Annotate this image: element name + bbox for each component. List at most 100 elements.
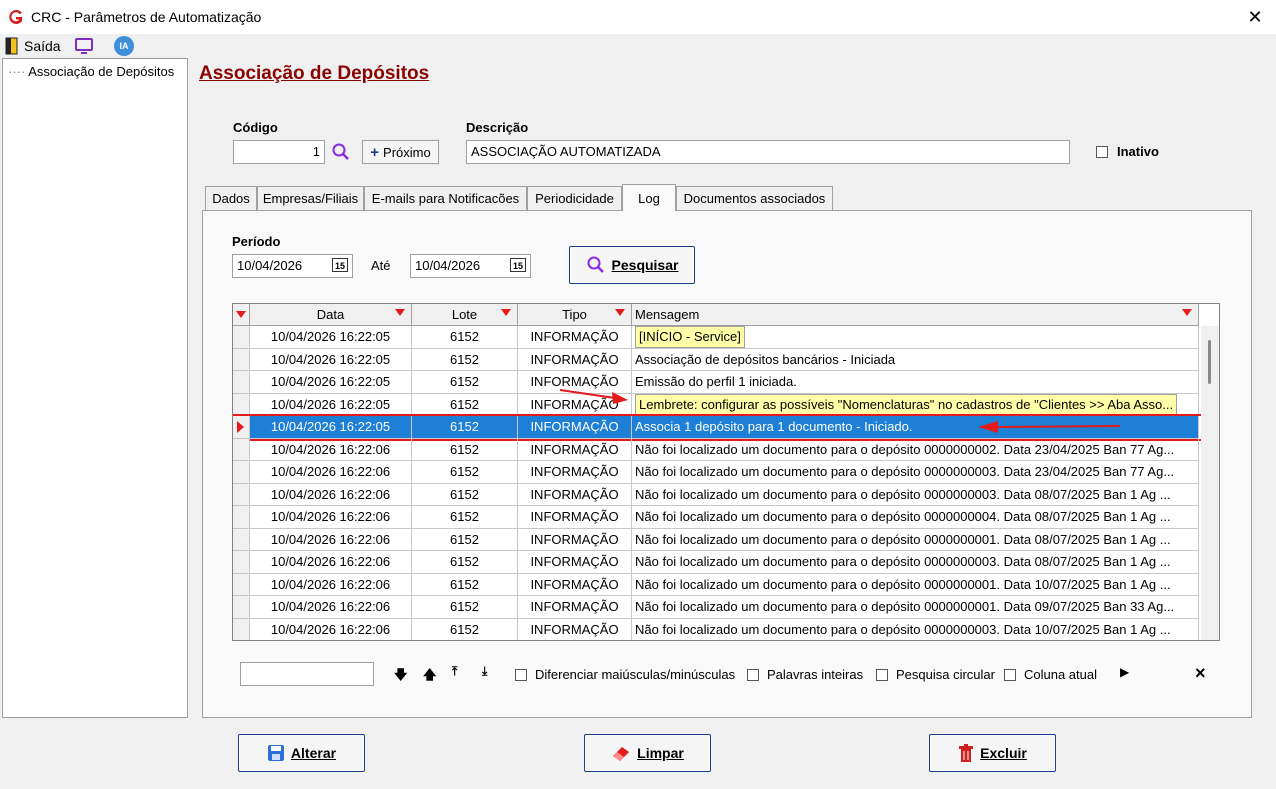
grid-scrollbar[interactable] <box>1201 326 1219 640</box>
grid-search-input[interactable] <box>240 662 374 686</box>
cell-data[interactable]: 10/04/2026 16:22:06 <box>250 483 412 506</box>
cell-data[interactable]: 10/04/2026 16:22:05 <box>250 326 412 349</box>
row-indicator[interactable] <box>233 326 250 349</box>
exit-button[interactable]: Saída <box>5 36 61 56</box>
tree-item-associacao[interactable]: ···· Associação de Depósitos <box>8 64 174 79</box>
current-column-checkbox[interactable] <box>1004 669 1016 681</box>
search-codigo-icon[interactable] <box>331 142 351 162</box>
cell-tipo[interactable]: INFORMAÇÃO <box>518 326 632 349</box>
row-indicator[interactable] <box>233 528 250 551</box>
cell-tipo[interactable]: INFORMAÇÃO <box>518 596 632 619</box>
cell-tipo[interactable]: INFORMAÇÃO <box>518 618 632 640</box>
filter-icon[interactable] <box>395 309 405 316</box>
cell-mensagem[interactable]: Não foi localizado um documento para o d… <box>632 506 1199 529</box>
cell-mensagem[interactable]: Não foi localizado um documento para o d… <box>632 551 1199 574</box>
table-row[interactable]: 10/04/2026 16:22:06 6152 INFORMAÇÃO Não foi… <box>233 573 1201 596</box>
row-indicator[interactable] <box>233 438 250 461</box>
cell-data[interactable]: 10/04/2026 16:22:06 <box>250 438 412 461</box>
row-indicator[interactable] <box>233 618 250 640</box>
find-last-icon[interactable]: ⤓ <box>482 664 487 679</box>
tab-emails-notificacoes[interactable]: E-mails para Notificacões <box>364 186 527 210</box>
cell-mensagem[interactable]: Associação de depósitos bancários - Inic… <box>632 348 1199 371</box>
cell-lote[interactable]: 6152 <box>412 528 518 551</box>
cell-data[interactable]: 10/04/2026 16:22:06 <box>250 573 412 596</box>
row-indicator[interactable] <box>233 573 250 596</box>
table-row[interactable]: 10/04/2026 16:22:05 6152 INFORMAÇÃO Associa… <box>233 348 1201 371</box>
tab-empresas-filiais[interactable]: Empresas/Filiais <box>257 186 364 210</box>
cell-lote[interactable]: 6152 <box>412 596 518 619</box>
cell-lote[interactable]: 6152 <box>412 461 518 484</box>
cell-lote[interactable]: 6152 <box>412 371 518 394</box>
filter-icon[interactable] <box>615 309 625 316</box>
find-next-arrow-icon[interactable]: 🡇 <box>394 666 407 688</box>
table-row[interactable]: 10/04/2026 16:22:06 6152 INFORMAÇÃO Não foi… <box>233 461 1201 484</box>
find-first-icon[interactable]: ⤒ <box>452 664 457 679</box>
cell-lote[interactable]: 6152 <box>412 326 518 349</box>
circular-search-checkbox[interactable] <box>876 669 888 681</box>
tab-periodicidade[interactable]: Periodicidade <box>527 186 622 210</box>
next-button[interactable]: + Próximo <box>362 140 439 164</box>
row-indicator[interactable] <box>233 596 250 619</box>
cell-data[interactable]: 10/04/2026 16:22:05 <box>250 416 412 439</box>
row-indicator[interactable] <box>233 551 250 574</box>
cell-lote[interactable]: 6152 <box>412 348 518 371</box>
cell-tipo[interactable]: INFORMAÇÃO <box>518 573 632 596</box>
cell-lote[interactable]: 6152 <box>412 416 518 439</box>
cell-data[interactable]: 10/04/2026 16:22:05 <box>250 371 412 394</box>
cell-data[interactable]: 10/04/2026 16:22:06 <box>250 506 412 529</box>
cell-lote[interactable]: 6152 <box>412 551 518 574</box>
codigo-input[interactable]: 1 <box>233 140 325 164</box>
table-row[interactable]: 10/04/2026 16:22:06 6152 INFORMAÇÃO Não foi… <box>233 438 1201 461</box>
col-header-lote[interactable]: Lote <box>412 304 518 326</box>
tab-documentos-associados[interactable]: Documentos associados <box>676 186 833 210</box>
pesquisar-button[interactable]: Pesquisar <box>569 246 695 284</box>
ia-button[interactable]: IA <box>114 36 134 56</box>
cell-tipo[interactable]: INFORMAÇÃO <box>518 483 632 506</box>
row-indicator[interactable] <box>233 416 250 439</box>
calendar-from-icon[interactable]: 15 <box>332 258 348 272</box>
tab-dados[interactable]: Dados <box>205 186 257 210</box>
cell-data[interactable]: 10/04/2026 16:22:06 <box>250 551 412 574</box>
row-indicator[interactable] <box>233 371 250 394</box>
cell-data[interactable]: 10/04/2026 16:22:06 <box>250 528 412 551</box>
monitor-icon[interactable] <box>74 37 94 55</box>
cell-data[interactable]: 10/04/2026 16:22:06 <box>250 618 412 640</box>
find-previous-arrow-icon[interactable]: 🡅 <box>423 666 436 688</box>
col-header-data[interactable]: Data <box>250 304 412 326</box>
excluir-button[interactable]: Excluir <box>929 734 1056 772</box>
col-header-tipo[interactable]: Tipo <box>518 304 632 326</box>
cell-data[interactable]: 10/04/2026 16:22:05 <box>250 348 412 371</box>
close-window-button[interactable]: ✕ <box>1240 4 1270 30</box>
header-indicator[interactable] <box>233 304 250 326</box>
cell-tipo[interactable]: INFORMAÇÃO <box>518 461 632 484</box>
cell-data[interactable]: 10/04/2026 16:22:05 <box>250 393 412 416</box>
cell-mensagem[interactable]: [INÍCIO - Service] <box>632 326 1199 349</box>
col-header-mensagem[interactable]: Mensagem <box>632 304 1199 326</box>
table-row[interactable]: 10/04/2026 16:22:06 6152 INFORMAÇÃO Não foi… <box>233 618 1201 640</box>
cell-lote[interactable]: 6152 <box>412 618 518 640</box>
cell-mensagem[interactable]: Não foi localizado um documento para o d… <box>632 528 1199 551</box>
filter-icon[interactable] <box>1182 309 1192 316</box>
case-sensitive-checkbox[interactable] <box>515 669 527 681</box>
table-row[interactable]: 10/04/2026 16:22:06 6152 INFORMAÇÃO Não foi… <box>233 506 1201 529</box>
descricao-input[interactable]: ASSOCIAÇÃO AUTOMATIZADA <box>466 140 1070 164</box>
cell-tipo[interactable]: INFORMAÇÃO <box>518 551 632 574</box>
inativo-checkbox[interactable] <box>1096 146 1108 158</box>
table-row[interactable]: 10/04/2026 16:22:06 6152 INFORMAÇÃO Não foi… <box>233 483 1201 506</box>
cell-data[interactable]: 10/04/2026 16:22:06 <box>250 461 412 484</box>
row-indicator[interactable] <box>233 506 250 529</box>
cell-lote[interactable]: 6152 <box>412 483 518 506</box>
sort-filter-icon[interactable] <box>501 309 511 316</box>
cell-lote[interactable]: 6152 <box>412 573 518 596</box>
cell-lote[interactable]: 6152 <box>412 506 518 529</box>
table-row[interactable]: 10/04/2026 16:22:06 6152 INFORMAÇÃO Não foi… <box>233 528 1201 551</box>
row-indicator[interactable] <box>233 461 250 484</box>
cell-mensagem[interactable]: Não foi localizado um documento para o d… <box>632 573 1199 596</box>
cell-tipo[interactable]: INFORMAÇÃO <box>518 528 632 551</box>
cell-tipo[interactable]: INFORMAÇÃO <box>518 438 632 461</box>
scrollbar-thumb[interactable] <box>1208 340 1211 384</box>
alterar-button[interactable]: Alterar <box>238 734 365 772</box>
tab-log[interactable]: Log <box>622 184 676 211</box>
cell-lote[interactable]: 6152 <box>412 438 518 461</box>
cell-mensagem[interactable]: Não foi localizado um documento para o d… <box>632 618 1199 640</box>
